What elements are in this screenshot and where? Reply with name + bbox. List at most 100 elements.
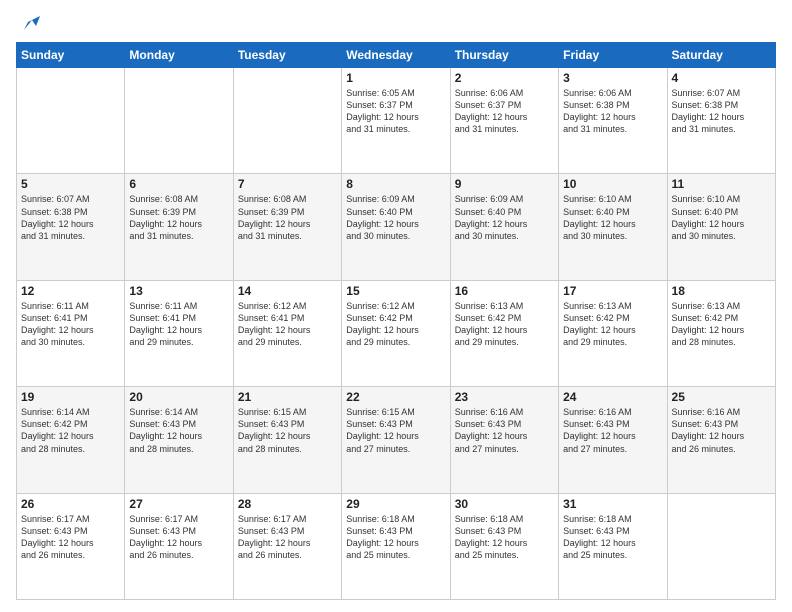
weekday-header-tuesday: Tuesday [233, 43, 341, 68]
day-number: 26 [21, 497, 120, 511]
day-number: 27 [129, 497, 228, 511]
day-info: Sunrise: 6:13 AM Sunset: 6:42 PM Dayligh… [455, 300, 554, 349]
day-info: Sunrise: 6:06 AM Sunset: 6:37 PM Dayligh… [455, 87, 554, 136]
day-number: 8 [346, 177, 445, 191]
day-number: 10 [563, 177, 662, 191]
day-info: Sunrise: 6:14 AM Sunset: 6:42 PM Dayligh… [21, 406, 120, 455]
calendar-week-3: 12 Sunrise: 6:11 AM Sunset: 6:41 PM Dayli… [17, 280, 776, 386]
calendar-header-row: SundayMondayTuesdayWednesdayThursdayFrid… [17, 43, 776, 68]
calendar-cell: 5 Sunrise: 6:07 AM Sunset: 6:38 PM Daylig… [17, 174, 125, 280]
day-info: Sunrise: 6:17 AM Sunset: 6:43 PM Dayligh… [21, 513, 120, 562]
calendar-cell: 11 Sunrise: 6:10 AM Sunset: 6:40 PM Dayli… [667, 174, 775, 280]
day-info: Sunrise: 6:08 AM Sunset: 6:39 PM Dayligh… [129, 193, 228, 242]
calendar-cell: 6Sunrise: 6:08 AM Sunset: 6:39 PM Daylig… [125, 174, 233, 280]
day-info: Sunrise: 6:11 AM Sunset: 6:41 PM Dayligh… [129, 300, 228, 349]
calendar-cell: 20 Sunrise: 6:14 AM Sunset: 6:43 PM Dayli… [125, 387, 233, 493]
calendar-cell: 29 Sunrise: 6:18 AM Sunset: 6:43 PM Dayli… [342, 493, 450, 599]
day-number: 25 [672, 390, 771, 404]
day-info: Sunrise: 6:17 AM Sunset: 6:43 PM Dayligh… [129, 513, 228, 562]
day-number: 14 [238, 284, 337, 298]
day-number: 28 [238, 497, 337, 511]
day-info: Sunrise: 6:13 AM Sunset: 6:42 PM Dayligh… [563, 300, 662, 349]
day-number: 15 [346, 284, 445, 298]
calendar-week-4: 19 Sunrise: 6:14 AM Sunset: 6:42 PM Dayli… [17, 387, 776, 493]
calendar-cell: 12Sunrise: 6:11 AM Sunset: 6:41 PM Dayli… [17, 280, 125, 386]
day-number: 22 [346, 390, 445, 404]
day-info: Sunrise: 6:14 AM Sunset: 6:43 PM Dayligh… [129, 406, 228, 455]
calendar-week-1: 1 Sunrise: 6:05 AM Sunset: 6:37 PM Daylig… [17, 68, 776, 174]
day-info: Sunrise: 6:07 AM Sunset: 6:38 PM Dayligh… [21, 193, 120, 242]
weekday-header-wednesday: Wednesday [342, 43, 450, 68]
day-number: 30 [455, 497, 554, 511]
weekday-header-saturday: Saturday [667, 43, 775, 68]
calendar-cell: 4 Sunrise: 6:07 AM Sunset: 6:38 PM Daylig… [667, 68, 775, 174]
calendar-cell: 31 Sunrise: 6:18 AM Sunset: 6:43 PM Dayli… [559, 493, 667, 599]
day-number: 29 [346, 497, 445, 511]
day-info: Sunrise: 6:18 AM Sunset: 6:43 PM Dayligh… [563, 513, 662, 562]
day-info: Sunrise: 6:07 AM Sunset: 6:38 PM Dayligh… [672, 87, 771, 136]
day-number: 4 [672, 71, 771, 85]
day-info: Sunrise: 6:16 AM Sunset: 6:43 PM Dayligh… [455, 406, 554, 455]
calendar-cell: 25 Sunrise: 6:16 AM Sunset: 6:43 PM Dayli… [667, 387, 775, 493]
weekday-header-thursday: Thursday [450, 43, 558, 68]
calendar-cell: 19 Sunrise: 6:14 AM Sunset: 6:42 PM Dayli… [17, 387, 125, 493]
day-info: Sunrise: 6:15 AM Sunset: 6:43 PM Dayligh… [346, 406, 445, 455]
calendar-cell: 13 Sunrise: 6:11 AM Sunset: 6:41 PM Dayli… [125, 280, 233, 386]
calendar-cell: 2 Sunrise: 6:06 AM Sunset: 6:37 PM Daylig… [450, 68, 558, 174]
calendar-cell: 23 Sunrise: 6:16 AM Sunset: 6:43 PM Dayli… [450, 387, 558, 493]
day-number: 5 [21, 177, 120, 191]
logo-bird-icon [18, 12, 40, 34]
day-number: 23 [455, 390, 554, 404]
calendar-cell: 27 Sunrise: 6:17 AM Sunset: 6:43 PM Dayli… [125, 493, 233, 599]
calendar-cell [125, 68, 233, 174]
header [16, 12, 776, 34]
day-number: 7 [238, 177, 337, 191]
day-info: Sunrise: 6:09 AM Sunset: 6:40 PM Dayligh… [346, 193, 445, 242]
calendar-cell: 8 Sunrise: 6:09 AM Sunset: 6:40 PM Daylig… [342, 174, 450, 280]
day-info: Sunrise: 6:17 AM Sunset: 6:43 PM Dayligh… [238, 513, 337, 562]
day-info: Sunrise: 6:13 AM Sunset: 6:42 PM Dayligh… [672, 300, 771, 349]
calendar-table: SundayMondayTuesdayWednesdayThursdayFrid… [16, 42, 776, 600]
calendar-cell: 1 Sunrise: 6:05 AM Sunset: 6:37 PM Daylig… [342, 68, 450, 174]
day-number: 16 [455, 284, 554, 298]
calendar-cell: 26 Sunrise: 6:17 AM Sunset: 6:43 PM Dayli… [17, 493, 125, 599]
day-info: Sunrise: 6:10 AM Sunset: 6:40 PM Dayligh… [563, 193, 662, 242]
calendar-cell: 24 Sunrise: 6:16 AM Sunset: 6:43 PM Dayli… [559, 387, 667, 493]
day-number: 9 [455, 177, 554, 191]
calendar-cell: 17 Sunrise: 6:13 AM Sunset: 6:42 PM Dayli… [559, 280, 667, 386]
day-number: 20 [129, 390, 228, 404]
calendar-cell: 15 Sunrise: 6:12 AM Sunset: 6:42 PM Dayli… [342, 280, 450, 386]
day-number: 2 [455, 71, 554, 85]
calendar-week-2: 5 Sunrise: 6:07 AM Sunset: 6:38 PM Daylig… [17, 174, 776, 280]
day-number: 13 [129, 284, 228, 298]
calendar-cell: 16 Sunrise: 6:13 AM Sunset: 6:42 PM Dayli… [450, 280, 558, 386]
calendar-cell [233, 68, 341, 174]
day-info: Sunrise: 6:05 AM Sunset: 6:37 PM Dayligh… [346, 87, 445, 136]
page: SundayMondayTuesdayWednesdayThursdayFrid… [0, 0, 792, 612]
day-number: 24 [563, 390, 662, 404]
calendar-cell: 30Sunrise: 6:18 AM Sunset: 6:43 PM Dayli… [450, 493, 558, 599]
weekday-header-sunday: Sunday [17, 43, 125, 68]
day-info: Sunrise: 6:10 AM Sunset: 6:40 PM Dayligh… [672, 193, 771, 242]
day-number: 21 [238, 390, 337, 404]
day-info: Sunrise: 6:15 AM Sunset: 6:43 PM Dayligh… [238, 406, 337, 455]
day-info: Sunrise: 6:12 AM Sunset: 6:41 PM Dayligh… [238, 300, 337, 349]
day-number: 17 [563, 284, 662, 298]
calendar-cell [17, 68, 125, 174]
day-info: Sunrise: 6:16 AM Sunset: 6:43 PM Dayligh… [672, 406, 771, 455]
day-info: Sunrise: 6:18 AM Sunset: 6:43 PM Dayligh… [346, 513, 445, 562]
calendar-cell: 22 Sunrise: 6:15 AM Sunset: 6:43 PM Dayli… [342, 387, 450, 493]
logo [16, 12, 40, 34]
day-number: 3 [563, 71, 662, 85]
day-info: Sunrise: 6:16 AM Sunset: 6:43 PM Dayligh… [563, 406, 662, 455]
day-number: 19 [21, 390, 120, 404]
day-number: 31 [563, 497, 662, 511]
day-info: Sunrise: 6:08 AM Sunset: 6:39 PM Dayligh… [238, 193, 337, 242]
calendar-cell: 28 Sunrise: 6:17 AM Sunset: 6:43 PM Dayli… [233, 493, 341, 599]
calendar-cell: 14 Sunrise: 6:12 AM Sunset: 6:41 PM Dayli… [233, 280, 341, 386]
day-number: 12 [21, 284, 120, 298]
day-number: 1 [346, 71, 445, 85]
day-info: Sunrise: 6:12 AM Sunset: 6:42 PM Dayligh… [346, 300, 445, 349]
day-number: 11 [672, 177, 771, 191]
day-number: 18 [672, 284, 771, 298]
